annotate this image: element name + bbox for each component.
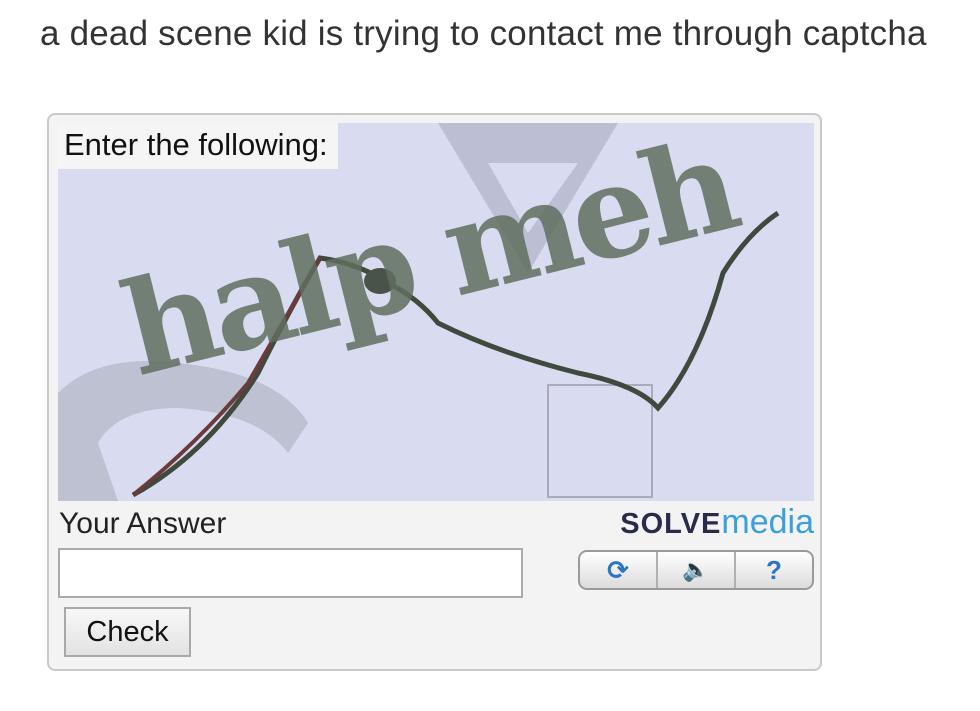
refresh-button[interactable]: ⟳ — [580, 552, 658, 588]
captcha-instruction: Enter the following: — [58, 123, 338, 169]
audio-button[interactable]: 🔈 — [658, 552, 736, 588]
help-button[interactable]: ? — [736, 552, 812, 588]
captcha-controls: ⟳ 🔈 ? — [578, 550, 814, 590]
refresh-icon: ⟳ — [607, 554, 629, 585]
captcha-puzzle-image: halp meh Enter the following: — [58, 123, 814, 501]
answer-input[interactable] — [58, 548, 523, 598]
question-icon: ? — [766, 554, 782, 585]
brand-solve: SOLVE — [620, 508, 722, 540]
speaker-icon: 🔈 — [682, 557, 710, 582]
answer-label: Your Answer — [59, 507, 227, 540]
post-caption: a dead scene kid is trying to contact me… — [40, 14, 927, 53]
captcha-widget: halp meh Enter the following: Your Answe… — [47, 113, 822, 671]
brand-media: media — [721, 503, 814, 541]
solve-media-logo: SOLVEmedia — [620, 503, 814, 542]
check-button[interactable]: Check — [64, 607, 191, 657]
